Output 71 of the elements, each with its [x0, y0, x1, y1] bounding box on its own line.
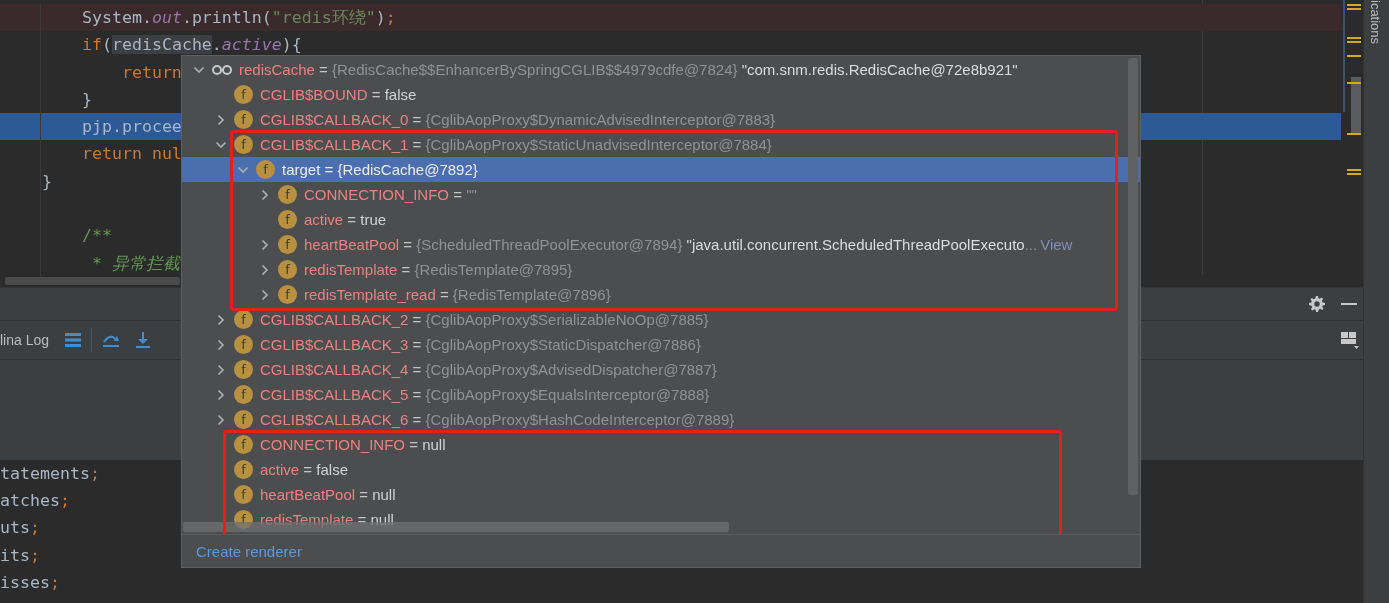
code-line: } [80, 89, 92, 109]
list-icon[interactable] [65, 333, 82, 347]
code-line: uts; [0, 518, 40, 538]
field-icon: f [234, 360, 253, 379]
field-icon: f [234, 460, 253, 479]
field-icon: f [278, 210, 297, 229]
variable-text[interactable]: active = true [304, 211, 387, 228]
field-icon: f [278, 185, 297, 204]
code-line: pjp.procee [80, 117, 182, 137]
field-icon: f [234, 85, 253, 104]
side-tool-tab[interactable]: ications [1368, 0, 1383, 45]
field-icon: f [234, 385, 253, 404]
variable-text[interactable]: target = {RedisCache@7892} [282, 161, 478, 178]
code-line: tatements; [0, 464, 100, 483]
variable-text[interactable]: CGLIB$CALLBACK_0 = {CglibAopProxy$DynamicAdvisedInterceptor@7883} [260, 111, 776, 128]
variable-text[interactable]: redisTemplate_read = {RedisTemplate@7896} [304, 286, 611, 303]
glasses-icon [212, 63, 232, 76]
field-icon: f [234, 485, 253, 504]
field-icon: f [234, 410, 253, 429]
variable-text[interactable]: redisTemplate = {RedisTemplate@7895} [304, 261, 573, 278]
chevron-right-icon[interactable] [259, 288, 271, 301]
chevron-right-icon[interactable] [215, 413, 227, 426]
minimize-icon[interactable] [1341, 302, 1357, 306]
settings-icon[interactable] [1309, 296, 1325, 312]
variable-text[interactable]: CGLIB$CALLBACK_5 = {CglibAopProxy$EqualsInterceptor@7888} [260, 386, 710, 403]
field-icon: f [234, 335, 253, 354]
code-line: /** [80, 226, 112, 246]
scrollbar-thumb[interactable] [1128, 58, 1138, 495]
variable-text[interactable]: active = false [260, 461, 348, 478]
variable-text[interactable]: CONNECTION_INFO = null [260, 436, 446, 453]
field-icon: f [278, 235, 297, 254]
variable-text[interactable]: redisTemplate = null [260, 511, 394, 528]
variable-text[interactable]: CONNECTION_INFO = "" [304, 186, 477, 203]
chevron-right-icon[interactable] [215, 388, 227, 401]
variable-text[interactable]: heartBeatPool = {ScheduledThreadPoolExecutor@7894} "java.util.concurrent.ScheduledThreadPoolExecuto... [304, 236, 1038, 253]
variable-text[interactable]: CGLIB$CALLBACK_6 = {CglibAopProxy$HashCodeInterceptor@7889} [260, 411, 735, 428]
code-line: return [120, 62, 182, 82]
chevron-right-icon[interactable] [259, 238, 271, 251]
variable-text[interactable]: CGLIB$CALLBACK_3 = {CglibAopProxy$StaticDispatcher@7886} [260, 336, 701, 353]
layout-icon[interactable] [1341, 331, 1359, 349]
code-line: if(redisCache.active){ [80, 35, 302, 55]
field-icon: f [234, 435, 253, 454]
field-icon: f [234, 135, 253, 154]
code-line: return nul [80, 144, 182, 164]
code-line: isses; [0, 572, 60, 592]
code-line: System.out.println("redis环绕"); [80, 8, 396, 27]
field-icon: f [278, 260, 297, 279]
code-line: } [42, 171, 52, 191]
chevron-right-icon[interactable] [215, 338, 227, 351]
chevron-right-icon[interactable] [215, 363, 227, 376]
variable-text[interactable]: CGLIB$BOUND = false [260, 86, 417, 103]
variable-text[interactable]: CGLIB$CALLBACK_4 = {CglibAopProxy$AdvisedDispatcher@7887} [260, 361, 717, 378]
field-icon: f [278, 285, 297, 304]
variable-text[interactable]: redisCache = {RedisCache$$EnhancerBySpringCGLIB$$4979cdfe@7824} "com.snm.redis.RedisCache@72e8b921" [239, 61, 1018, 78]
code-line: atches; [0, 491, 70, 511]
variable-text[interactable]: heartBeatPool = null [260, 486, 396, 503]
field-icon: f [256, 160, 275, 179]
view-link[interactable]: View [1040, 236, 1073, 253]
step-into-icon[interactable] [135, 331, 152, 349]
create-renderer-link[interactable]: Create renderer [196, 542, 302, 560]
code-line: its; [0, 545, 40, 565]
chevron-right-icon[interactable] [259, 188, 271, 201]
tool-tab[interactable]: lina Log [0, 332, 50, 348]
variable-text[interactable]: CGLIB$CALLBACK_2 = {CglibAopProxy$SerializableNoOp@7885} [260, 311, 709, 328]
code-line: * 异常拦截 [90, 253, 180, 273]
field-icon: f [234, 110, 253, 129]
chevron-right-icon[interactable] [259, 263, 271, 276]
scrollbar-thumb[interactable] [5, 277, 180, 285]
chevron-right-icon[interactable] [215, 113, 227, 126]
chevron-right-icon[interactable] [215, 313, 227, 326]
variable-text[interactable]: CGLIB$CALLBACK_1 = {CglibAopProxy$StaticUnadvisedInterceptor@7884} [260, 136, 772, 153]
